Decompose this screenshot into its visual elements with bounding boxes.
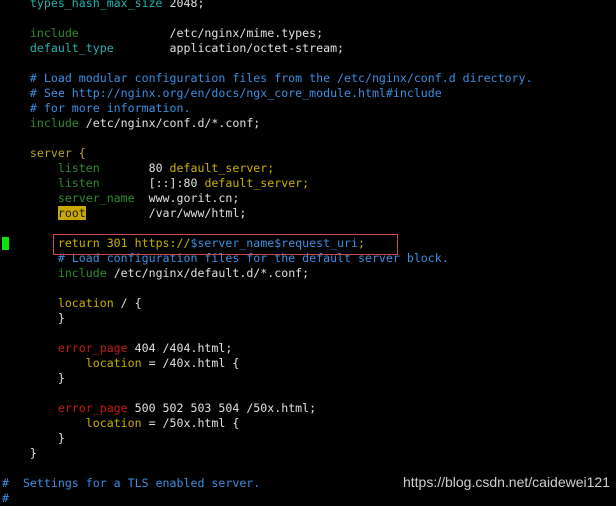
code-token: location	[85, 356, 142, 370]
code-token: = /40x.html {	[141, 356, 240, 370]
code-token: [::]:80	[99, 176, 205, 190]
code-line: location / {	[2, 296, 532, 311]
code-token: server_name	[57, 191, 135, 205]
code-token: 2048;	[162, 0, 205, 10]
code-token: }	[2, 371, 65, 385]
code-line: server_name www.gorit.cn;	[2, 191, 532, 206]
code-line: #	[2, 491, 532, 506]
code-line: root /var/www/html;	[2, 206, 532, 221]
code-token: include	[57, 266, 107, 280]
code-token: root	[57, 206, 86, 220]
code-line: listen [::]:80 default_server;	[2, 176, 532, 191]
code-token: error_page	[57, 401, 128, 415]
code-line: location = /50x.html {	[2, 416, 532, 431]
code-token: location	[85, 416, 142, 430]
code-token: include	[29, 116, 79, 130]
code-token: /var/www/html;	[85, 206, 247, 220]
code-token: listen	[57, 161, 100, 175]
code-line: # See http://nginx.org/en/docs/ngx_core_…	[2, 86, 532, 101]
code-token: include	[29, 26, 79, 40]
code-token: 80	[99, 161, 170, 175]
code-token: listen	[57, 176, 100, 190]
code-token: default_server;	[204, 176, 310, 190]
code-token: /etc/nginx/conf.d/*.conf;	[78, 116, 261, 130]
code-token: 404 /404.html;	[127, 341, 233, 355]
code-token: /etc/nginx/mime.types;	[78, 26, 324, 40]
code-line: include /etc/nginx/mime.types;	[2, 26, 532, 41]
code-token: }	[2, 431, 65, 445]
code-token: / {	[113, 296, 142, 310]
code-token: # Load modular configuration files from …	[29, 71, 533, 85]
text-cursor	[2, 237, 9, 250]
code-token: error_page	[57, 341, 128, 355]
code-line: include /etc/nginx/conf.d/*.conf;	[2, 116, 532, 131]
code-token: # See http://nginx.org/en/docs/ngx_core_…	[29, 86, 442, 100]
code-line: # Load modular configuration files from …	[2, 71, 533, 86]
code-token: #	[2, 491, 9, 505]
code-line: listen 80 default_server;	[2, 161, 532, 176]
highlight-box	[53, 234, 398, 255]
code-token: /etc/nginx/default.d/*.conf;	[106, 266, 310, 280]
code-line: default_type application/octet-stream;	[2, 41, 532, 56]
code-token: # for more information.	[29, 101, 191, 115]
code-token: types_hash_max_size	[29, 0, 163, 10]
code-line: }	[2, 431, 532, 446]
code-token: location	[57, 296, 114, 310]
code-token: default_type	[29, 41, 114, 55]
code-line: server {	[2, 146, 532, 161]
code-token: #	[2, 476, 9, 490]
code-token: }	[2, 311, 65, 325]
code-token: Settings for a TLS enabled server.	[8, 476, 261, 490]
code-line: location = /40x.html {	[2, 356, 532, 371]
watermark: https://blog.csdn.net/caidewei121	[402, 474, 610, 490]
code-line: include /etc/nginx/default.d/*.conf;	[2, 266, 532, 281]
code-token: application/octet-stream;	[113, 41, 345, 55]
code-token: 500 502 503 504 /50x.html;	[127, 401, 317, 415]
code-token: = /50x.html {	[141, 416, 240, 430]
code-line: # for more information.	[2, 101, 532, 116]
code-line: error_page 500 502 503 504 /50x.html;	[2, 401, 532, 416]
code-line: error_page 404 /404.html;	[2, 341, 532, 356]
code-token: www.gorit.cn;	[134, 191, 240, 205]
code-token: }	[2, 446, 37, 460]
code-line: types_hash_max_size 2048;	[2, 0, 532, 11]
code-line: }	[2, 371, 532, 386]
code-line: }	[2, 311, 532, 326]
code-token: server {	[29, 146, 86, 160]
code-line: }	[2, 446, 532, 461]
code-token: default_server;	[169, 161, 275, 175]
